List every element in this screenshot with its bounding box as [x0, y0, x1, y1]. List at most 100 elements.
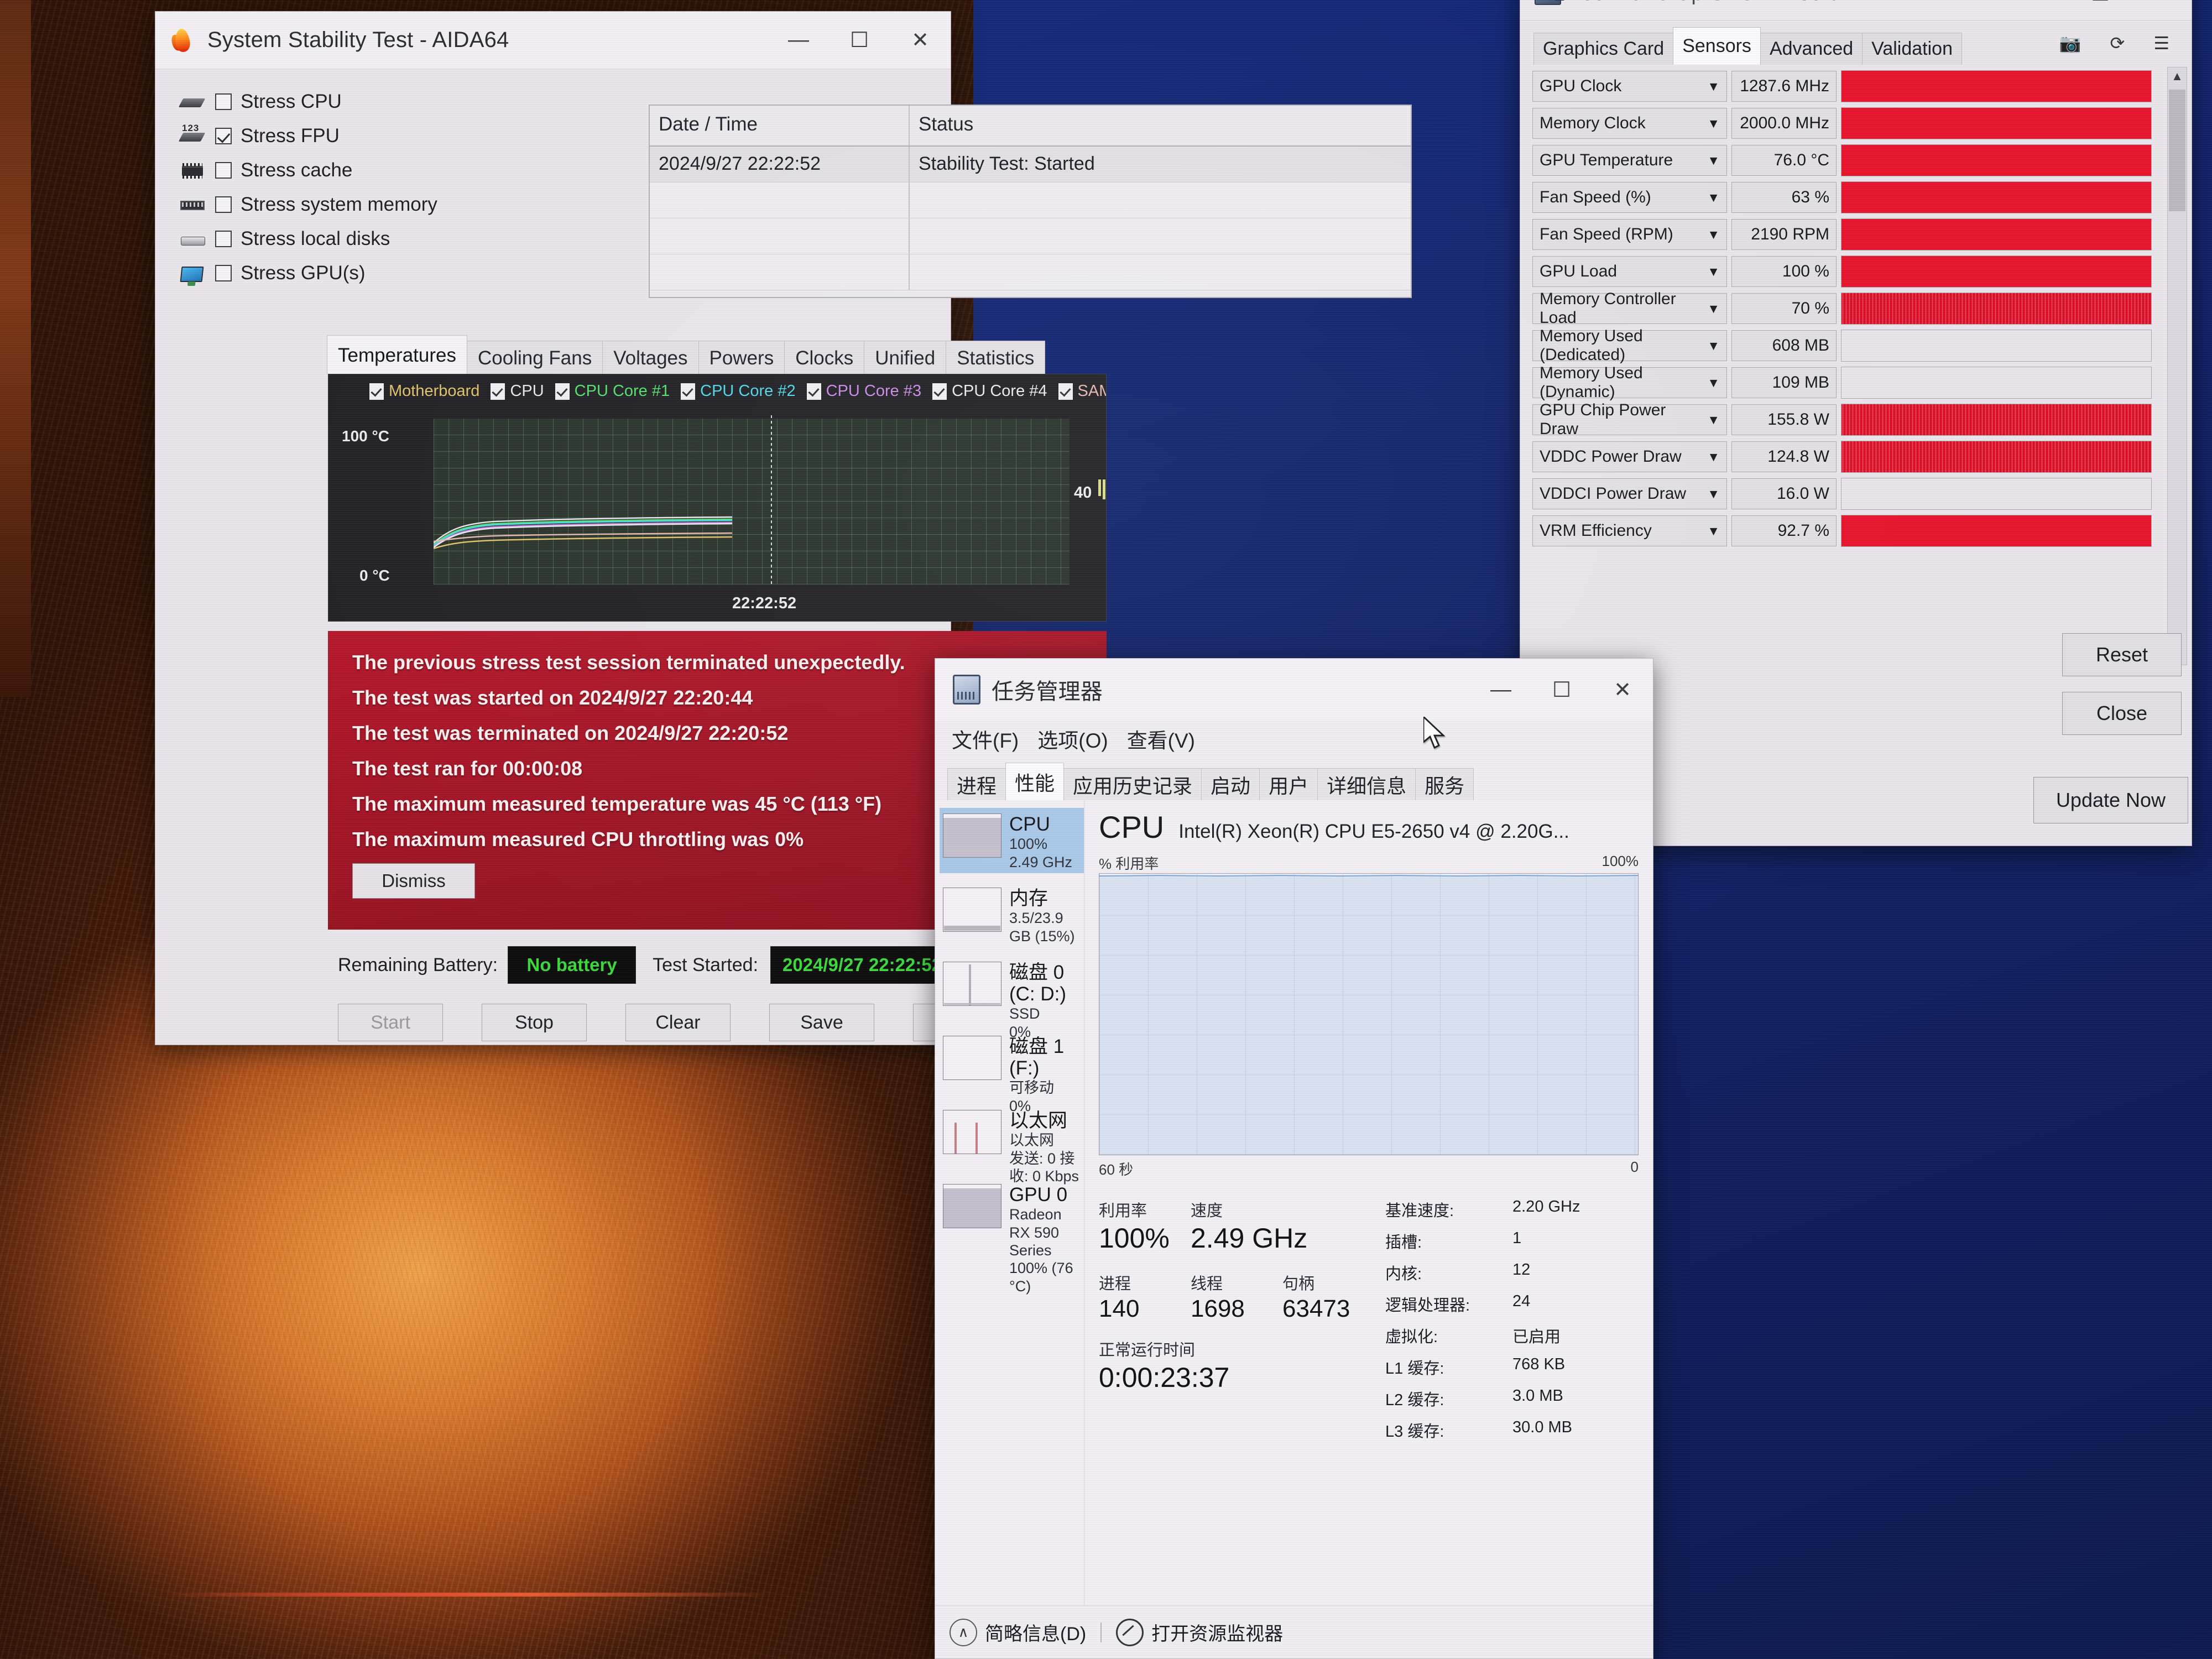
sensor-name-3[interactable]: Fan Speed (%) ▼: [1532, 182, 1727, 213]
resource-monitor-icon[interactable]: [1116, 1618, 1144, 1646]
task-manager-window[interactable]: 任务管理器 — ☐ ✕ 文件(F) 选项(O) 查看(V) 进程 性能 应用历史…: [935, 658, 1653, 1659]
refresh-icon[interactable]: ⟳: [2110, 33, 2125, 54]
legend-item-2[interactable]: CPU Core #1: [555, 382, 670, 400]
stress-option-0[interactable]: Stress CPU: [178, 85, 488, 119]
gpuz-titlebar[interactable]: TechPowerUp GPU-Z 2.55.0 — ☐ ✕: [1520, 0, 2192, 20]
chevron-up-icon[interactable]: ∧: [950, 1618, 977, 1646]
stress-checkbox-2[interactable]: [215, 162, 232, 179]
task-manager-minimize-button[interactable]: —: [1470, 659, 1531, 721]
menu-item-2[interactable]: 查看(V): [1127, 724, 1195, 754]
sensor-name-11[interactable]: VDDCI Power Draw ▼: [1532, 478, 1727, 509]
task-manager-titlebar[interactable]: 任务管理器 — ☐ ✕: [935, 659, 1653, 721]
legend-item-5[interactable]: CPU Core #4: [932, 382, 1047, 400]
table-row[interactable]: 2024/9/27 22:22:52 Stability Test: Start…: [650, 147, 1411, 182]
gpuz-minimize-button[interactable]: —: [2009, 0, 2070, 20]
aida64-tab-bar[interactable]: Temperatures Cooling Fans Voltages Power…: [327, 335, 1107, 375]
aida64-window[interactable]: System Stability Test - AIDA64 — ☐ ✕ Str…: [155, 11, 1412, 1045]
chevron-down-icon[interactable]: ▼: [1707, 338, 1720, 353]
chevron-down-icon[interactable]: ▼: [1707, 375, 1720, 390]
stress-option-4[interactable]: Stress local disks: [179, 222, 488, 256]
aida64-tab-6[interactable]: Statistics: [946, 341, 1046, 375]
sidebar-item-5[interactable]: GPU 0 Radeon RX 590 Series 100% (76 °C): [940, 1178, 1084, 1295]
legend-item-0[interactable]: Motherboard: [369, 382, 479, 400]
chevron-down-icon[interactable]: ▼: [1707, 413, 1720, 427]
scroll-thumb[interactable]: [2169, 90, 2185, 211]
dismiss-button[interactable]: Dismiss: [352, 863, 475, 899]
legend-checkbox-2[interactable]: [555, 383, 570, 400]
stress-checkbox-1[interactable]: [215, 128, 232, 144]
legend-checkbox-6[interactable]: [1058, 383, 1073, 400]
stress-option-2[interactable]: Stress cache: [179, 153, 488, 187]
gpuz-tab-2[interactable]: Advanced: [1760, 33, 1863, 65]
legend-checkbox-5[interactable]: [932, 383, 947, 400]
gpuz-scrollbar[interactable]: ▲ ▼: [2167, 67, 2187, 665]
aida64-start-button[interactable]: Start: [338, 1004, 443, 1041]
chevron-down-icon[interactable]: ▼: [1707, 264, 1720, 279]
legend-item-4[interactable]: CPU Core #3: [806, 382, 921, 400]
gpuz-action-buttons[interactable]: Reset Close: [2062, 633, 2182, 750]
chevron-down-icon[interactable]: ▼: [1707, 524, 1720, 539]
chevron-down-icon[interactable]: ▼: [1707, 227, 1720, 242]
task-manager-menubar[interactable]: 文件(F) 选项(O) 查看(V): [952, 724, 1195, 754]
aida64-tab-1[interactable]: Cooling Fans: [466, 341, 603, 375]
task-manager-tab-4[interactable]: 用户: [1259, 768, 1318, 800]
stress-options-list[interactable]: Stress CPU 123 Stress FPU Stress cache S…: [178, 85, 488, 290]
sidebar-item-2[interactable]: 磁盘 0 (C: D:) SSD 0%: [940, 956, 1084, 1040]
sensor-name-6[interactable]: Memory Controller Load ▼: [1532, 290, 1727, 327]
legend-item-6[interactable]: SAMSUNG MZVPW256HEGL-000H7: [1058, 382, 1106, 400]
stress-option-3[interactable]: Stress system memory: [179, 187, 488, 222]
aida64-minimize-button[interactable]: —: [768, 12, 829, 69]
sensor-name-8[interactable]: Memory Used (Dynamic) ▼: [1532, 364, 1727, 401]
chevron-down-icon[interactable]: ▼: [1707, 116, 1720, 131]
task-manager-maximize-button[interactable]: ☐: [1531, 659, 1592, 721]
graph-legend[interactable]: Motherboard CPU CPU Core #1 CPU Core #2 …: [369, 382, 1106, 400]
open-resource-monitor-link[interactable]: 打开资源监视器: [1151, 1619, 1283, 1646]
sensor-name-12[interactable]: VRM Efficiency ▼: [1532, 515, 1727, 546]
gpuz-reset-button[interactable]: Reset: [2062, 633, 2182, 676]
gpuz-tab-0[interactable]: Graphics Card: [1533, 33, 1674, 65]
stress-option-1[interactable]: 123 Stress FPU: [178, 119, 488, 153]
gpuz-tab-bar[interactable]: Graphics Card Sensors Advanced Validatio…: [1533, 27, 1962, 65]
stress-checkbox-3[interactable]: [215, 196, 232, 213]
menu-item-0[interactable]: 文件(F): [952, 724, 1019, 754]
chevron-down-icon[interactable]: ▼: [1707, 487, 1720, 502]
sensor-name-9[interactable]: GPU Chip Power Draw ▼: [1532, 401, 1727, 438]
gpuz-update-button[interactable]: Update Now: [2033, 777, 2188, 823]
scroll-up-arrow[interactable]: ▲: [2168, 67, 2187, 85]
gpuz-close-button[interactable]: Close: [2062, 692, 2182, 735]
stress-option-5[interactable]: Stress GPU(s): [179, 256, 488, 290]
stress-checkbox-0[interactable]: [215, 93, 232, 110]
stress-checkbox-5[interactable]: [215, 265, 232, 281]
gpuz-tab-1[interactable]: Sensors: [1673, 27, 1761, 65]
sensor-name-5[interactable]: GPU Load ▼: [1532, 256, 1727, 287]
aida64-stop-button[interactable]: Stop: [482, 1004, 587, 1041]
legend-item-1[interactable]: CPU: [491, 382, 544, 400]
chevron-down-icon[interactable]: ▼: [1707, 153, 1720, 168]
gpuz-toolbar-icons[interactable]: 📷 ⟳ ☰: [2059, 33, 2169, 54]
aida64-maximize-button[interactable]: ☐: [829, 12, 890, 69]
sensor-name-1[interactable]: Memory Clock ▼: [1532, 108, 1727, 139]
aida64-titlebar[interactable]: System Stability Test - AIDA64 — ☐ ✕: [155, 12, 951, 69]
aida64-tab-2[interactable]: Voltages: [602, 341, 699, 375]
aida64-tab-0[interactable]: Temperatures: [327, 335, 467, 375]
menu-item-1[interactable]: 选项(O): [1037, 724, 1108, 754]
aida64-tab-5[interactable]: Unified: [864, 341, 947, 375]
menu-icon[interactable]: ☰: [2153, 33, 2169, 54]
legend-checkbox-0[interactable]: [369, 383, 384, 400]
gpuz-maximize-button[interactable]: ☐: [2070, 0, 2131, 20]
task-manager-tab-3[interactable]: 启动: [1201, 768, 1260, 800]
task-manager-tab-6[interactable]: 服务: [1415, 768, 1474, 800]
legend-checkbox-4[interactable]: [806, 383, 821, 400]
task-manager-tab-0[interactable]: 进程: [947, 768, 1006, 800]
task-manager-close-button[interactable]: ✕: [1592, 659, 1653, 721]
sensor-name-7[interactable]: Memory Used (Dedicated) ▼: [1532, 327, 1727, 364]
sidebar-item-1[interactable]: 内存 3.5/23.9 GB (15%): [940, 882, 1084, 947]
chevron-down-icon[interactable]: ▼: [1707, 450, 1720, 465]
gpuz-tab-3[interactable]: Validation: [1862, 33, 1962, 65]
sensor-name-4[interactable]: Fan Speed (RPM) ▼: [1532, 219, 1727, 250]
task-manager-tab-5[interactable]: 详细信息: [1317, 768, 1416, 800]
legend-item-3[interactable]: CPU Core #2: [681, 382, 796, 400]
task-manager-tab-bar[interactable]: 进程 性能 应用历史记录 启动 用户 详细信息 服务: [947, 763, 1474, 800]
gpuz-close-button[interactable]: ✕: [2131, 0, 2192, 20]
chevron-down-icon[interactable]: ▼: [1707, 190, 1720, 205]
